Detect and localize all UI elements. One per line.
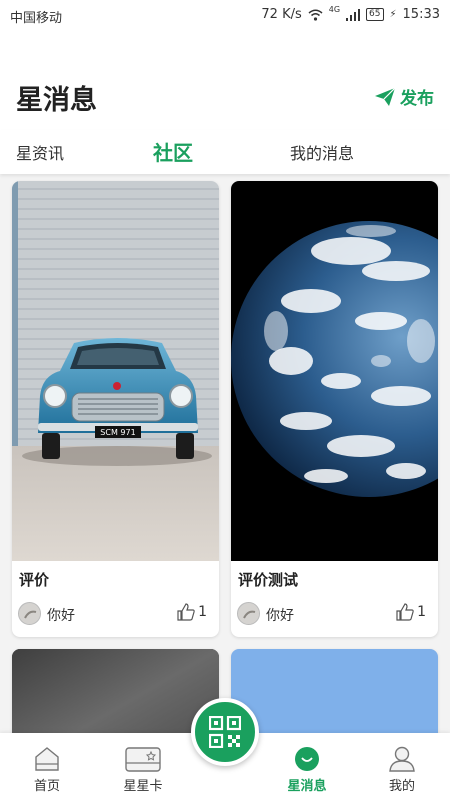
post-card[interactable]: SCM 971 评价 你好 1 <box>12 181 219 637</box>
like-count: 1 <box>198 604 207 620</box>
like-count: 1 <box>417 604 426 620</box>
post-card[interactable]: 评价测试 你好 1 <box>231 181 438 637</box>
qr-scan-button[interactable] <box>191 698 259 766</box>
page-title: 星消息 <box>16 85 97 116</box>
avatar <box>237 602 260 625</box>
tab-news[interactable]: 星资讯 <box>16 140 64 164</box>
like-button[interactable]: 1 <box>396 603 426 621</box>
like-button[interactable]: 1 <box>177 603 207 621</box>
tab-bar: 星资讯 社区 我的消息 <box>0 130 450 174</box>
post-image-car: SCM 971 <box>12 181 219 561</box>
home-icon <box>35 747 59 771</box>
app-screen: 中国移动 72 K/s 4G 65 ⚡ 15:33 星消息 发布 星资讯 社区 … <box>0 0 450 800</box>
nav-home[interactable]: 首页 <box>12 745 82 794</box>
post-image-earth <box>231 181 438 561</box>
wifi-icon <box>308 9 323 21</box>
nav-star-card-label: 星星卡 <box>123 779 163 794</box>
nav-profile-label: 我的 <box>388 779 415 794</box>
license-plate: SCM 971 <box>100 428 135 437</box>
status-right: 72 K/s 4G 65 ⚡ 15:33 <box>261 5 440 22</box>
status-bar: 中国移动 72 K/s 4G 65 ⚡ 15:33 <box>0 0 450 30</box>
header: 星消息 发布 <box>0 30 450 130</box>
nav-star-card[interactable]: 星星卡 <box>108 745 178 794</box>
carrier-name: 中国移动 <box>10 11 63 26</box>
post-title: 评价 <box>19 571 50 589</box>
card-icon <box>125 747 161 772</box>
publish-button[interactable]: 发布 <box>375 84 434 109</box>
tab-my-messages[interactable]: 我的消息 <box>290 140 354 164</box>
nav-profile[interactable]: 我的 <box>367 745 437 794</box>
message-icon <box>295 747 319 771</box>
nav-home-label: 首页 <box>33 779 60 794</box>
tab-community[interactable]: 社区 <box>153 137 193 166</box>
network-type: 4G <box>328 5 341 14</box>
qr-code-icon <box>209 716 241 748</box>
avatar <box>18 602 41 625</box>
send-icon <box>375 87 395 106</box>
profile-icon <box>389 746 415 772</box>
charging-icon: ⚡ <box>389 9 397 20</box>
post-author: 你好 <box>266 608 294 624</box>
battery-level: 65 <box>366 8 384 21</box>
thumbs-up-icon <box>177 603 195 621</box>
nav-star-message-label: 星消息 <box>287 779 327 794</box>
thumbs-up-icon <box>396 603 414 621</box>
clock: 15:33 <box>402 7 440 22</box>
publish-label: 发布 <box>400 89 434 109</box>
nav-star-message[interactable]: 星消息 <box>272 745 342 794</box>
signal-icon <box>346 8 361 21</box>
post-author: 你好 <box>47 608 75 624</box>
network-speed: 72 K/s <box>261 7 302 22</box>
post-title: 评价测试 <box>238 571 299 589</box>
